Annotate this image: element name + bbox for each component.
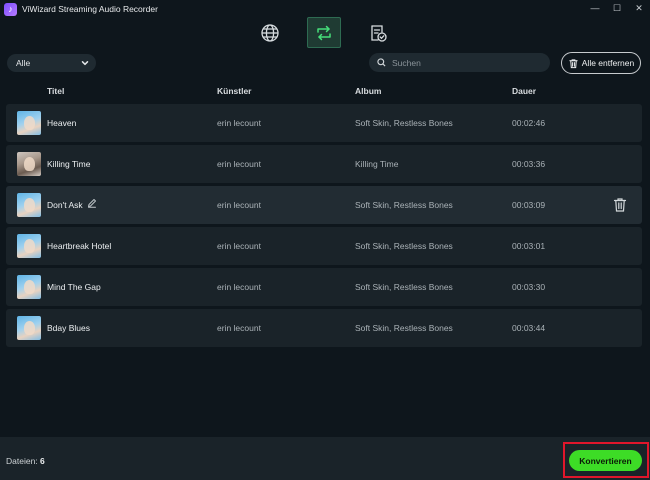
file-count-value: 6 [40, 456, 45, 466]
tab-converted[interactable] [361, 17, 395, 48]
minimize-button[interactable]: — [590, 2, 600, 14]
pencil-icon[interactable] [87, 198, 97, 208]
track-duration: 00:02:46 [512, 118, 546, 128]
table-row[interactable]: Don't Ask erin lecount Soft Skin, Restle… [6, 186, 642, 224]
remove-all-label: Alle entfernen [581, 58, 635, 68]
column-header-album[interactable]: Album [355, 86, 381, 96]
track-duration: 00:03:09 [512, 200, 546, 210]
track-title: Bday Blues [47, 323, 90, 333]
table-row[interactable]: Killing Time erin lecount Killing Time 0… [6, 145, 642, 183]
album-cover [17, 316, 41, 340]
table-row[interactable]: Heartbreak Hotel erin lecount Soft Skin,… [6, 227, 642, 265]
column-header-title[interactable]: Titel [47, 86, 64, 96]
title-bar: ♪ ViWizard Streaming Audio Recorder — ☐ … [0, 0, 650, 18]
track-title: Heartbreak Hotel [47, 241, 112, 251]
maximize-button[interactable]: ☐ [612, 2, 622, 14]
app-title: ViWizard Streaming Audio Recorder [22, 4, 158, 14]
close-button[interactable]: ✕ [634, 2, 644, 14]
track-duration: 00:03:01 [512, 241, 546, 251]
track-album: Soft Skin, Restless Bones [355, 200, 453, 210]
tab-converting[interactable] [307, 17, 341, 48]
album-cover [17, 275, 41, 299]
track-artist: erin lecount [217, 118, 261, 128]
convert-icon [317, 25, 331, 40]
track-album: Soft Skin, Restless Bones [355, 118, 453, 128]
trash-icon[interactable] [613, 197, 627, 213]
trash-icon [569, 58, 578, 68]
convert-button[interactable]: Konvertieren [569, 450, 642, 471]
window-controls: — ☐ ✕ [590, 2, 644, 14]
track-album: Killing Time [355, 159, 399, 169]
main-nav [253, 17, 395, 48]
remove-all-button[interactable]: Alle entfernen [561, 52, 641, 74]
table-row[interactable]: Mind The Gap erin lecount Soft Skin, Res… [6, 268, 642, 306]
track-title: Don't Ask [47, 200, 83, 210]
track-title: Killing Time [47, 159, 91, 169]
track-album: Soft Skin, Restless Bones [355, 241, 453, 251]
album-cover [17, 111, 41, 135]
app-logo-icon: ♪ [4, 2, 17, 16]
column-header-artist[interactable]: Künstler [217, 86, 251, 96]
album-cover [17, 234, 41, 258]
track-artist: erin lecount [217, 200, 261, 210]
search-input[interactable]: Suchen [369, 53, 550, 72]
search-icon [377, 58, 386, 67]
chevron-down-icon [81, 61, 89, 66]
track-artist: erin lecount [217, 323, 261, 333]
album-cover [17, 193, 41, 217]
footer-bar: Dateien: 6 [0, 437, 650, 480]
file-count-label: Dateien: [6, 456, 38, 466]
globe-icon [261, 23, 279, 42]
column-header-duration[interactable]: Dauer [512, 86, 536, 96]
track-artist: erin lecount [217, 282, 261, 292]
track-artist: erin lecount [217, 241, 261, 251]
track-album: Soft Skin, Restless Bones [355, 323, 453, 333]
track-duration: 00:03:44 [512, 323, 546, 333]
album-cover [17, 152, 41, 176]
converted-list-icon [371, 24, 387, 42]
search-placeholder: Suchen [392, 57, 421, 68]
file-count: Dateien: 6 [6, 456, 45, 466]
table-row[interactable]: Bday Blues erin lecount Soft Skin, Restl… [6, 309, 642, 347]
table-row[interactable]: Heaven erin lecount Soft Skin, Restless … [6, 104, 642, 142]
track-duration: 00:03:30 [512, 282, 546, 292]
tab-web-player[interactable] [253, 17, 287, 48]
filter-select-value: Alle [16, 58, 31, 68]
track-artist: erin lecount [217, 159, 261, 169]
track-title: Mind The Gap [47, 282, 101, 292]
filter-select[interactable]: Alle [7, 54, 96, 72]
track-album: Soft Skin, Restless Bones [355, 282, 453, 292]
track-duration: 00:03:36 [512, 159, 546, 169]
track-title: Heaven [47, 118, 77, 128]
